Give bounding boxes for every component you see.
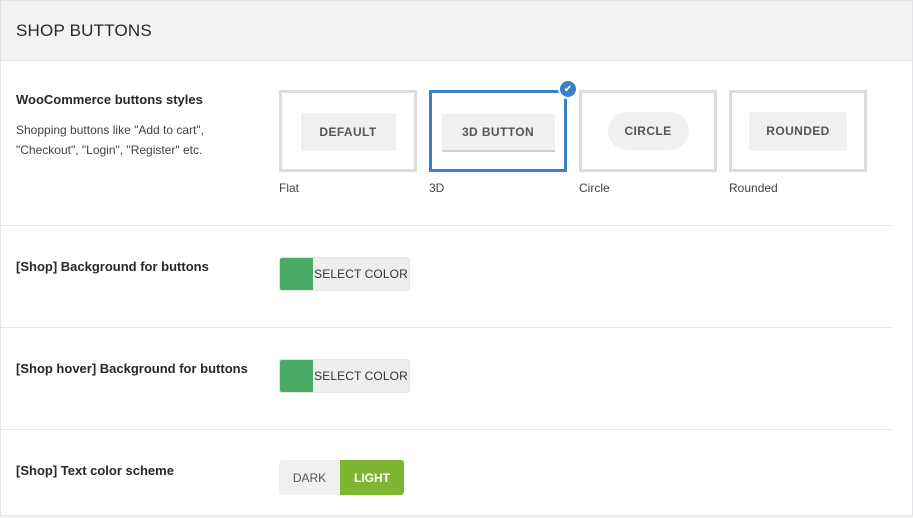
style-box-3d[interactable]: 3D BUTTON ✔ xyxy=(429,79,578,172)
3d-preview: 3D BUTTON xyxy=(441,114,555,152)
row-divider xyxy=(1,225,893,226)
shop-buttons-panel: SHOP BUTTONS WooCommerce buttons styles … xyxy=(0,0,913,516)
row-divider xyxy=(1,327,893,328)
style-caption-rounded: Rounded xyxy=(729,181,778,195)
text-scheme-light-option[interactable]: LIGHT xyxy=(340,460,404,495)
style-option-flat[interactable]: DEFAULT Flat xyxy=(279,90,417,195)
button-styles-description: Shopping buttons like "Add to cart", "Ch… xyxy=(16,123,204,157)
row-divider xyxy=(1,429,893,430)
text-scheme-label: [Shop] Text color scheme xyxy=(16,463,174,478)
style-option-3d[interactable]: 3D BUTTON ✔ 3D xyxy=(429,79,578,195)
panel-header: SHOP BUTTONS xyxy=(1,1,912,61)
shop-bg-select-color[interactable]: SELECT COLOR xyxy=(313,258,409,290)
circle-preview: CIRCLE xyxy=(607,112,689,150)
shop-hover-bg-swatch[interactable] xyxy=(280,360,313,392)
style-caption-3d: 3D xyxy=(429,181,445,195)
style-option-circle[interactable]: CIRCLE Circle xyxy=(579,90,717,195)
style-box-rounded[interactable]: ROUNDED xyxy=(729,90,867,172)
text-scheme-dark-option[interactable]: DARK xyxy=(279,460,340,495)
style-box-circle[interactable]: CIRCLE xyxy=(579,90,717,172)
shop-bg-label: [Shop] Background for buttons xyxy=(16,259,209,274)
check-icon: ✔ xyxy=(558,79,578,99)
text-scheme-toggle[interactable]: DARK LIGHT xyxy=(279,460,404,495)
button-styles-label: WooCommerce buttons styles xyxy=(16,92,203,107)
shop-bg-swatch[interactable] xyxy=(280,258,313,290)
shop-hover-bg-label: [Shop hover] Background for buttons xyxy=(16,361,248,376)
style-caption-circle: Circle xyxy=(579,181,610,195)
shop-hover-bg-color-picker[interactable]: SELECT COLOR xyxy=(279,359,410,393)
style-caption-flat: Flat xyxy=(279,181,300,195)
flat-preview: DEFAULT xyxy=(300,113,396,151)
style-option-rounded[interactable]: ROUNDED Rounded xyxy=(729,90,867,195)
rounded-preview: ROUNDED xyxy=(749,111,847,151)
panel-title: SHOP BUTTONS xyxy=(16,20,152,40)
shop-bg-color-picker[interactable]: SELECT COLOR xyxy=(279,257,410,291)
shop-hover-bg-select-color[interactable]: SELECT COLOR xyxy=(313,360,409,392)
style-box-flat[interactable]: DEFAULT xyxy=(279,90,417,172)
